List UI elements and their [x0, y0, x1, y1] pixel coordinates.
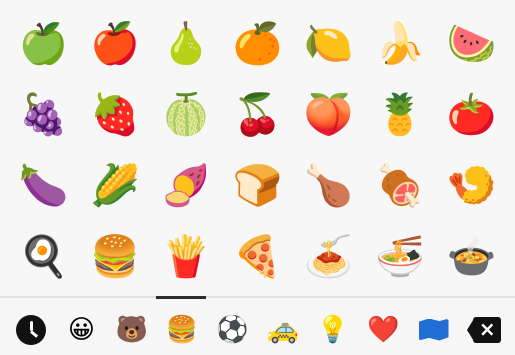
selected-category-indicator	[156, 296, 206, 299]
heart-icon: ❤️	[367, 314, 400, 345]
emoji-eggplant[interactable]: 🍆	[8, 150, 79, 221]
emoji-meat-on-bone[interactable]: 🍖	[364, 150, 435, 221]
emoji-cherries[interactable]: 🍒	[222, 79, 293, 150]
emoji-banana[interactable]: 🍌	[364, 8, 435, 79]
emoji-hamburger[interactable]: 🍔	[79, 221, 150, 292]
emoji-bread[interactable]: 🍞	[222, 150, 293, 221]
backspace-button[interactable]: ×	[462, 308, 506, 352]
emoji-stew[interactable]: 🍲	[436, 221, 507, 292]
emoji-fried-shrimp[interactable]: 🍤	[436, 150, 507, 221]
emoji-french-fries[interactable]: 🍟	[151, 221, 222, 292]
smileys-category-button[interactable]: 😀	[59, 308, 103, 352]
category-divider	[0, 296, 515, 298]
recent-category-button[interactable]	[9, 308, 53, 352]
smiley-icon: 😀	[67, 314, 95, 345]
emoji-grapes[interactable]: 🍇	[8, 79, 79, 150]
emoji-pineapple[interactable]: 🍍	[364, 79, 435, 150]
soccer-ball-icon: ⚽	[216, 314, 249, 345]
food-category-button[interactable]: 🍔	[160, 308, 204, 352]
emoji-ramen[interactable]: 🍜	[364, 221, 435, 292]
travel-category-button[interactable]: 🚕	[261, 308, 305, 352]
backspace-icon: ×	[466, 316, 501, 343]
emoji-lemon[interactable]: 🍋	[293, 8, 364, 79]
emoji-corn[interactable]: 🌽	[79, 150, 150, 221]
category-bar: 😀 🐻 🍔 ⚽ 🚕 💡 ❤️ ×	[0, 304, 515, 355]
objects-category-button[interactable]: 💡	[311, 308, 355, 352]
emoji-green-apple[interactable]: 🍏	[8, 8, 79, 79]
bear-icon: 🐻	[115, 314, 148, 345]
animals-category-button[interactable]: 🐻	[110, 308, 154, 352]
emoji-orange[interactable]: 🍊	[222, 8, 293, 79]
emoji-cooking[interactable]: 🍳	[8, 221, 79, 292]
emoji-pear[interactable]: 🍐	[151, 8, 222, 79]
emoji-peach[interactable]: 🍑	[293, 79, 364, 150]
symbols-category-button[interactable]: ❤️	[361, 308, 405, 352]
emoji-watermelon[interactable]: 🍉	[436, 8, 507, 79]
emoji-tomato[interactable]: 🍅	[436, 79, 507, 150]
hamburger-icon: 🍔	[165, 314, 199, 345]
emoji-sweet-potato[interactable]: 🍠	[151, 150, 222, 221]
emoji-strawberry[interactable]: 🍓	[79, 79, 150, 150]
emoji-poultry-leg[interactable]: 🍗	[293, 150, 364, 221]
emoji-spaghetti[interactable]: 🍝	[293, 221, 364, 292]
emoji-melon[interactable]: 🍈	[151, 79, 222, 150]
activities-category-button[interactable]: ⚽	[210, 308, 254, 352]
light-bulb-icon: 💡	[316, 314, 350, 345]
emoji-red-apple[interactable]: 🍎	[79, 8, 150, 79]
flags-category-button[interactable]	[412, 308, 456, 352]
emoji-grid: 🍏 🍎 🍐 🍊 🍋 🍌 🍉 🍇 🍓 🍈 🍒 🍑 🍍 🍅 🍆 🌽 🍠 🍞 🍗 🍖 …	[0, 0, 515, 292]
flag-icon	[418, 318, 449, 341]
taxi-icon: 🚕	[266, 314, 299, 345]
emoji-pizza[interactable]: 🍕	[222, 221, 293, 292]
clock-icon	[16, 314, 47, 345]
